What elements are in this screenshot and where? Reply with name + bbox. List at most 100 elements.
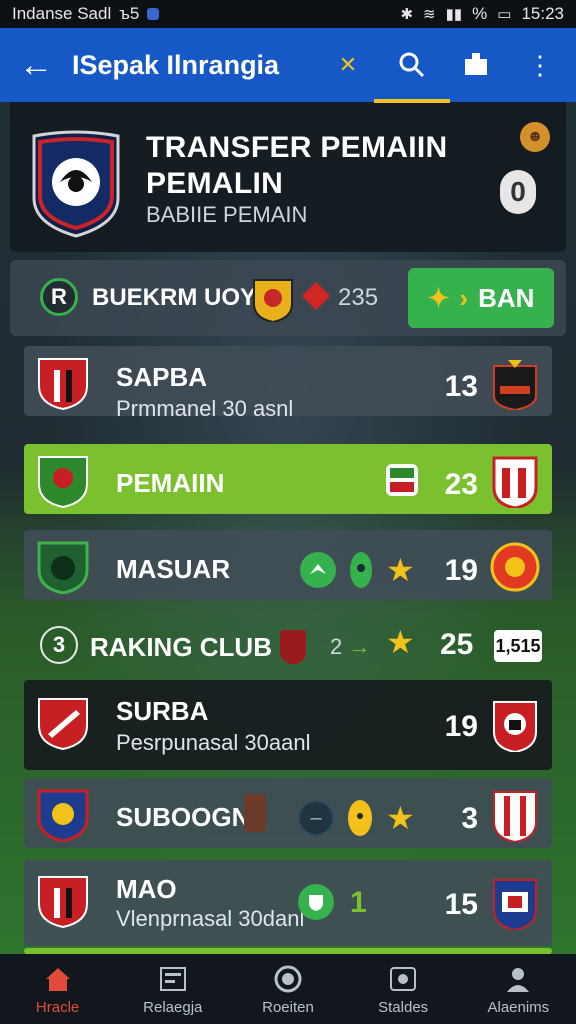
row-icons: – ★ <box>298 800 415 836</box>
card-icon <box>244 794 266 832</box>
club-logo-icon <box>32 130 120 238</box>
row-number: 19 <box>444 554 478 587</box>
row-name: PEMAIIN <box>116 468 225 498</box>
header-badge: 0 <box>500 170 536 214</box>
section-number: 3 <box>40 626 78 664</box>
list-item[interactable]: MASUAR ★ 19 <box>24 530 552 600</box>
row-sub: Vlenprnasal 30danl <box>116 906 305 931</box>
star-icon: ★ <box>386 800 415 836</box>
status-left-extra: ъ5 <box>119 4 140 23</box>
diamond-icon <box>301 281 331 311</box>
filter-label: BUEKRM UOY <box>92 284 257 311</box>
row-name: SUBOOGN <box>116 802 251 832</box>
row-icons: ★ <box>300 552 415 588</box>
club-crest-icon <box>38 698 88 750</box>
nav-item-alaenims[interactable]: Alaenims <box>470 963 566 1016</box>
header-card: TRANSFER PEMAIIN PEMALIN BABIIE PEMAIN ☻… <box>10 102 566 252</box>
trophy-icon <box>386 464 418 496</box>
list-item[interactable]: SUBOOGN – ★ 3 <box>24 778 552 848</box>
arrow-left-icon[interactable]: ← <box>14 43 58 87</box>
more-icon[interactable]: ⋮ <box>518 43 562 87</box>
nav-item-home[interactable]: Hracle <box>10 963 106 1016</box>
notification-icon <box>147 8 160 20</box>
nav-item-roeiten[interactable]: Roeiten <box>240 963 336 1016</box>
bookmark-icon[interactable] <box>454 43 498 87</box>
list-item[interactable]: MAO Vlenprnasal 30danl 1 15 <box>24 860 552 946</box>
stats-icon <box>387 963 419 995</box>
wifi-icon: ≋ <box>423 6 436 23</box>
status-time: 15:23 <box>521 4 564 23</box>
list-item[interactable]: SURBA Pesrpunasal 30aanl 19 <box>24 680 552 770</box>
bookmark-icon-glyph <box>465 53 487 75</box>
battery-icon: ▭ <box>497 6 512 23</box>
row-name: MASUAR <box>116 554 231 584</box>
chevron-right-icon: › <box>459 282 469 313</box>
trend-arrow: 2 → <box>330 634 370 660</box>
app-bar: ← ISepak Ilnrangia ✕ ⋮ <box>0 28 576 103</box>
club-crest-icon <box>38 456 88 508</box>
location-icon <box>350 552 372 588</box>
mascot-icon: ☻ <box>520 122 550 152</box>
row-name: SAPBA <box>116 362 208 392</box>
row-sub: Prmmanel 30 asnl <box>116 396 294 421</box>
row-sub: Pesrpunasal 30aanl <box>116 730 311 755</box>
section-count: 25 <box>440 628 474 661</box>
filter-count: 235 <box>338 284 379 311</box>
header-title-line2: PEMALIN <box>146 167 284 200</box>
tick-icon[interactable]: ✕ <box>326 43 370 87</box>
filter-row: R BUEKRM UOY 235 ✦ › BAN <box>10 260 566 336</box>
shield-icon <box>298 884 334 920</box>
section-mark: 2 <box>330 634 343 659</box>
bottom-nav: Hracle Relaegja Roeiten Staldes Alaenims <box>0 954 576 1024</box>
star-icon: ✦ <box>427 282 450 313</box>
search-icon-glyph <box>399 52 425 78</box>
bird-icon <box>300 552 336 588</box>
row-number: 23 <box>444 468 478 501</box>
row-number: 19 <box>444 710 478 743</box>
row-number: 15 <box>444 888 478 921</box>
row-name: MAO <box>116 874 177 904</box>
club-crest-icon <box>37 541 89 594</box>
nav-label: Alaenims <box>487 998 550 1016</box>
nav-label: Roeiten <box>262 998 314 1016</box>
row-number: 13 <box>444 370 478 403</box>
header-title: TRANSFER PEMAIIN PEMALIN <box>146 130 447 202</box>
list-item[interactable]: PEMAIIN 23 <box>24 444 552 514</box>
crest-icon <box>253 279 293 322</box>
status-bar: Indanse Sadl ъ5 ✱ ≋ ▮▮ % ▭ 15:23 <box>0 0 576 28</box>
club-crest-icon <box>37 789 89 842</box>
club-crest-icon <box>492 456 538 508</box>
club-crest-icon <box>493 360 537 410</box>
nav-item-relaegja[interactable]: Relaegja <box>125 963 221 1016</box>
row-number: 3 <box>461 802 478 835</box>
app-title: ISepak Ilnrangia <box>72 49 280 80</box>
row-mid-number: 1 <box>350 886 367 919</box>
list-item[interactable]: SAPBA Prmmanel 30 asnl 13 <box>24 346 552 421</box>
arrow-right-icon: → <box>348 634 371 659</box>
app-actions: ✕ ⋮ <box>326 43 562 103</box>
row-name: SURBA <box>116 696 209 726</box>
star-icon: ★ <box>386 552 415 588</box>
signal-icon: ▮▮ <box>445 6 463 23</box>
section-header: 3 RAKING CLUB 2 → ★ 25 1,515 <box>10 610 566 680</box>
minus-icon: – <box>298 800 334 836</box>
ban-button[interactable]: ✦ › BAN <box>408 268 554 328</box>
shield-icon <box>280 630 306 664</box>
list-icon <box>157 963 189 995</box>
profile-icon <box>502 963 534 995</box>
nav-label: Staldes <box>378 998 429 1016</box>
battery-text: % <box>472 4 488 23</box>
home-icon <box>42 963 74 995</box>
nav-item-staldes[interactable]: Staldes <box>355 963 451 1016</box>
club-crest-icon <box>493 879 537 930</box>
nav-label: Relaegja <box>143 998 203 1016</box>
header-title-line1: TRANSFER PEMAIIN <box>146 131 448 164</box>
ball-icon <box>272 963 304 995</box>
location-icon <box>348 800 372 836</box>
section-tag: 1,515 <box>494 630 542 662</box>
club-crest-icon <box>490 542 540 592</box>
club-crest-icon <box>38 876 88 928</box>
search-icon[interactable] <box>374 43 450 103</box>
club-crest-icon <box>493 701 537 752</box>
status-left-text: Indanse Sadl <box>12 4 112 23</box>
